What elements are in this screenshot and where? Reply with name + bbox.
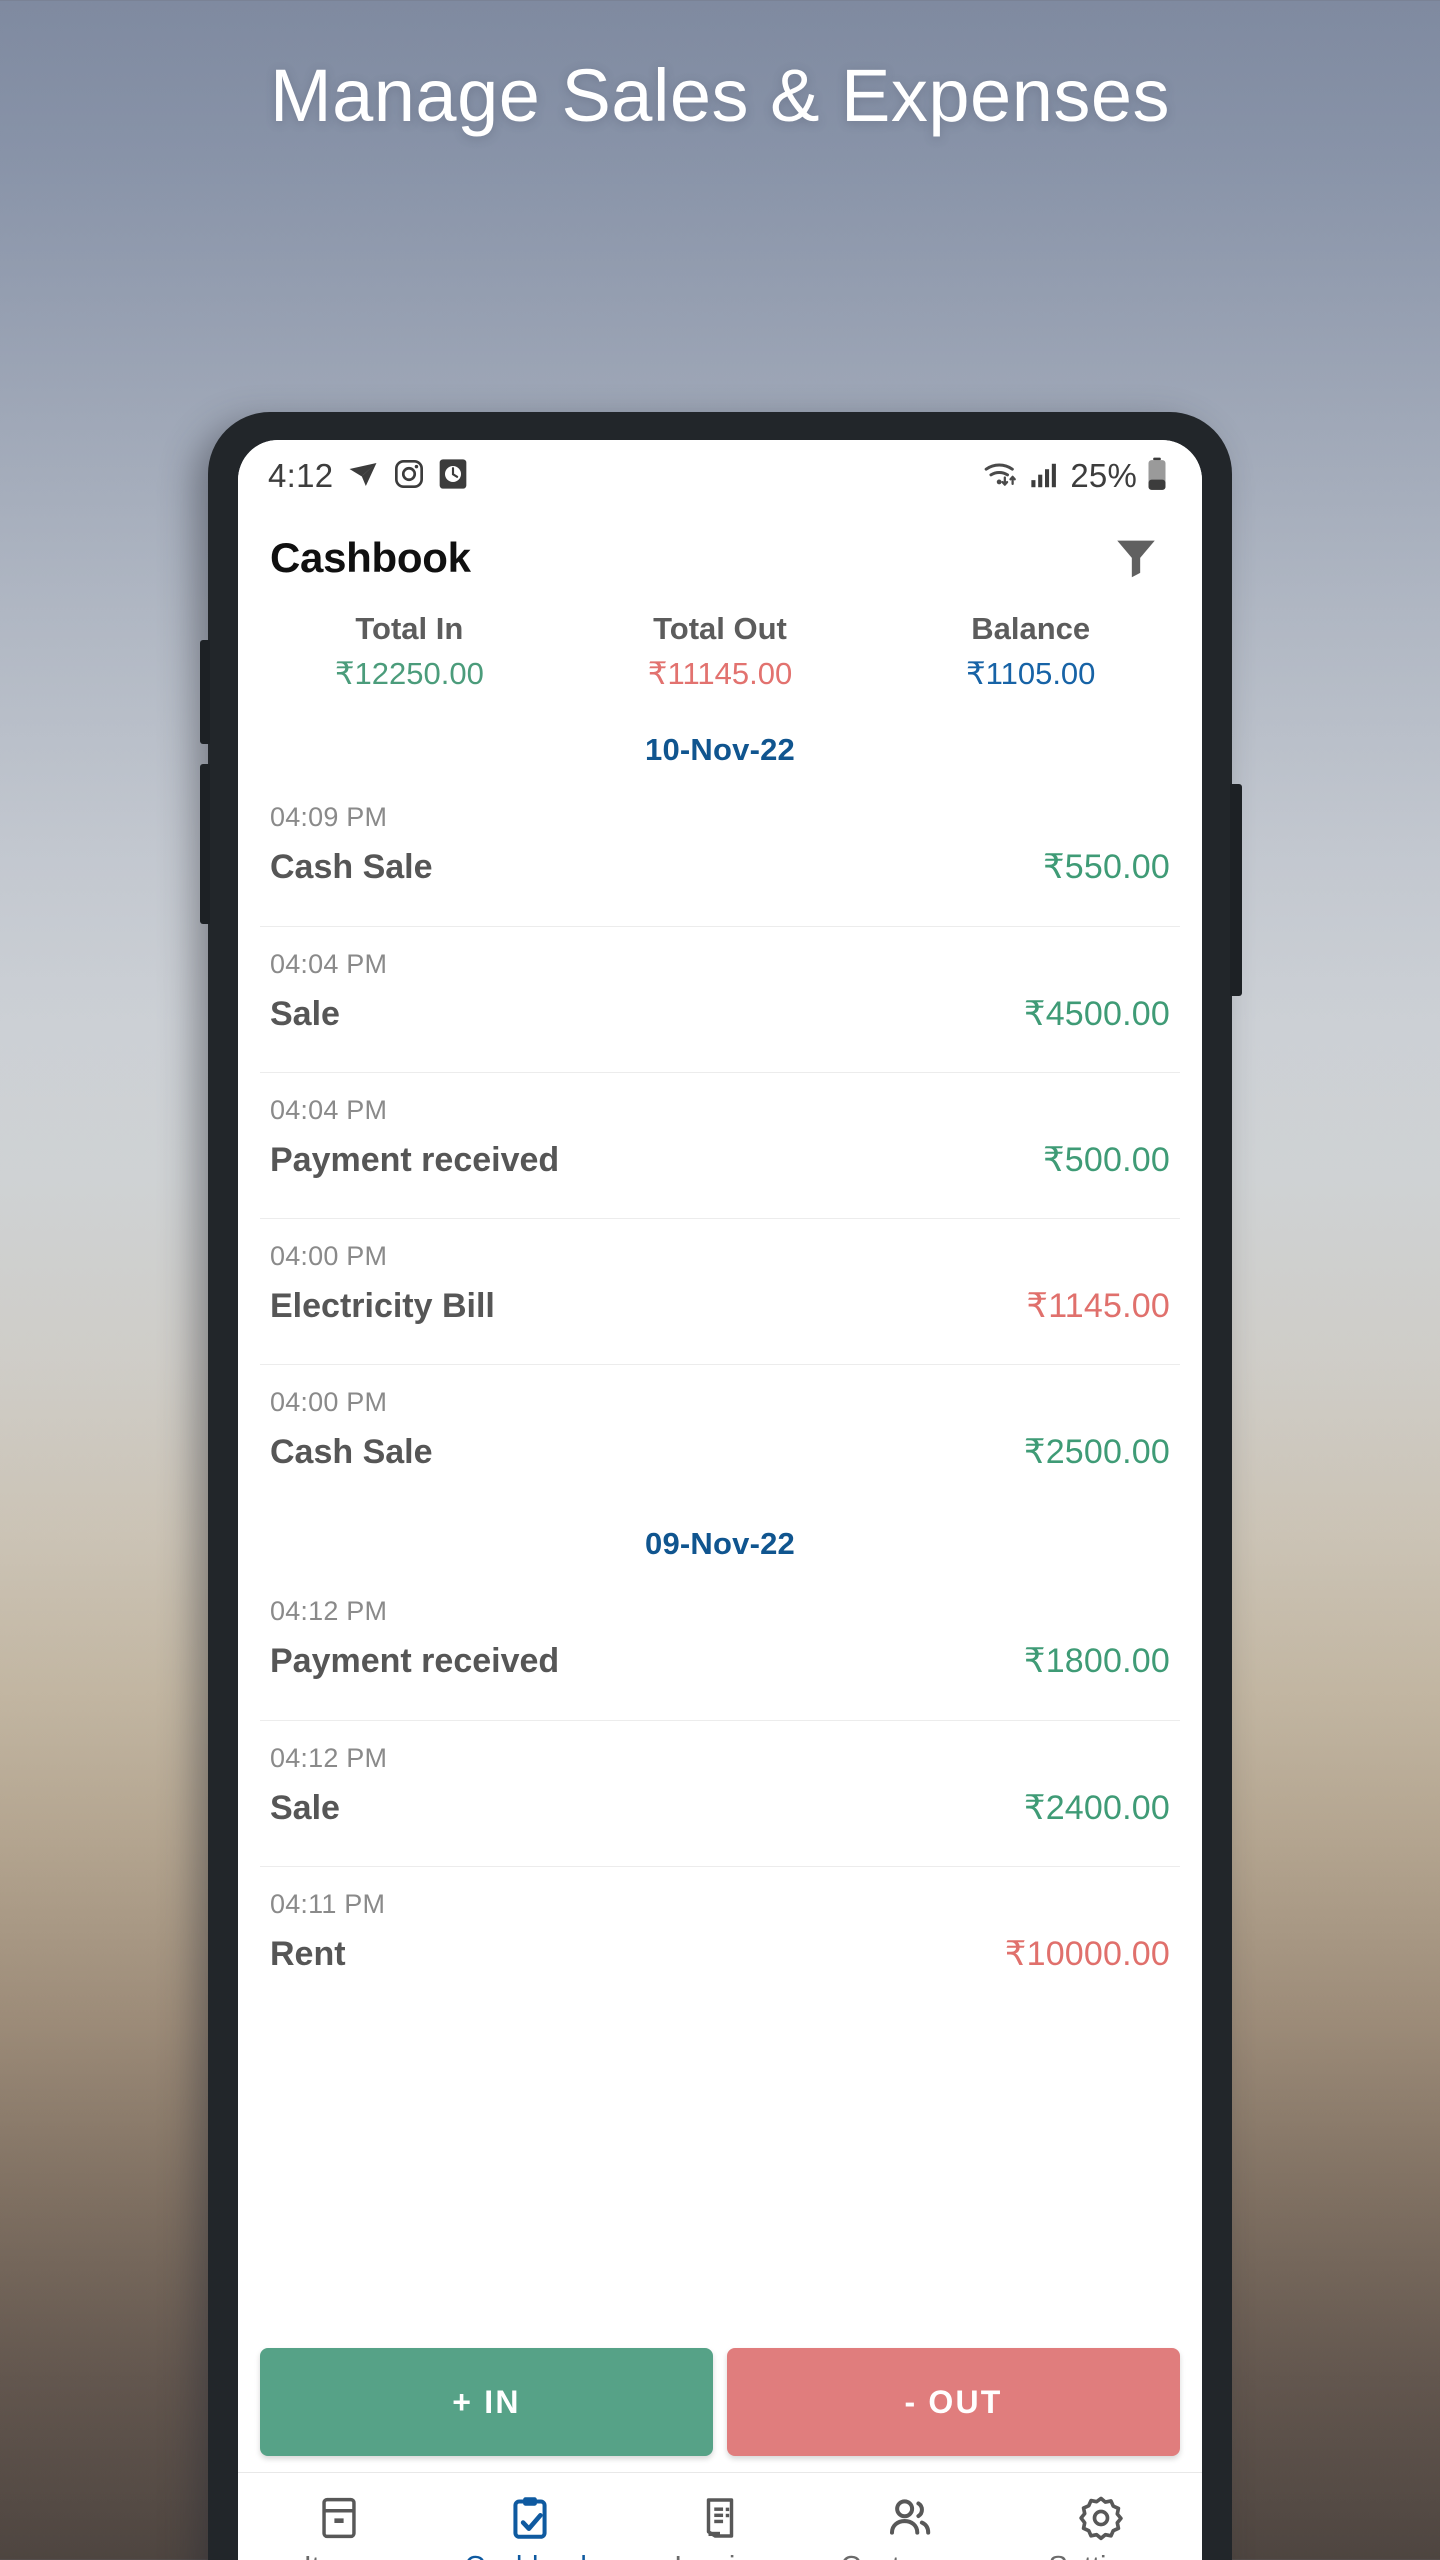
transaction-time: 04:04 PM bbox=[270, 1095, 388, 1125]
transaction-time: 04:12 PM bbox=[270, 1596, 388, 1626]
transaction-main: Sale ₹2400.00 bbox=[270, 1788, 1170, 1828]
app-bar: Cashbook bbox=[238, 512, 1202, 604]
summary-balance: Balance ₹1105.00 bbox=[875, 610, 1186, 694]
transaction-row[interactable]: 04:04 PM Sale ₹4500.00 bbox=[260, 926, 1180, 1072]
volume-down-button[interactable] bbox=[200, 764, 210, 924]
summary-total-in: Total In ₹12250.00 bbox=[254, 610, 565, 694]
nav-item-items[interactable]: Items bbox=[244, 2493, 434, 2560]
transaction-row[interactable]: 04:09 PM Cash Sale ₹550.00 bbox=[260, 780, 1180, 926]
volume-up-button[interactable] bbox=[200, 640, 210, 744]
nav-item-settings[interactable]: Settings bbox=[1006, 2493, 1196, 2560]
action-buttons: + IN - OUT bbox=[238, 2336, 1202, 2472]
transaction-time: 04:04 PM bbox=[270, 949, 388, 979]
total-out-label: Total Out bbox=[653, 611, 787, 646]
instagram-icon bbox=[393, 458, 425, 495]
nav-label-customers: Customers bbox=[840, 2551, 980, 2560]
transaction-title: Payment received bbox=[270, 1141, 560, 1179]
phone-screen: 4:12 25% Cashbook Total In ₹12250.00 Tot… bbox=[238, 440, 1202, 2560]
transaction-main: Cash Sale ₹550.00 bbox=[270, 847, 1170, 887]
transaction-date-header: 09-Nov-22 bbox=[645, 1526, 795, 1561]
clock-app-icon bbox=[438, 458, 468, 495]
add-cash-out-button[interactable]: - OUT bbox=[727, 2348, 1180, 2456]
transaction-time: 04:00 PM bbox=[270, 1387, 388, 1417]
transaction-title: Electricity Bill bbox=[270, 1287, 495, 1325]
total-out-value: ₹11145.00 bbox=[647, 655, 793, 691]
transaction-row[interactable]: 04:04 PM Payment received ₹500.00 bbox=[260, 1072, 1180, 1218]
transaction-row[interactable]: 04:00 PM Electricity Bill ₹1145.00 bbox=[260, 1218, 1180, 1364]
transaction-amount: ₹2400.00 bbox=[1023, 1789, 1170, 1827]
transaction-title: Rent bbox=[270, 1935, 346, 1973]
transaction-row[interactable]: 04:00 PM Cash Sale ₹2500.00 bbox=[260, 1364, 1180, 1510]
status-bar: 4:12 25% bbox=[238, 440, 1202, 512]
receipt-invoice-icon bbox=[698, 2493, 742, 2543]
transaction-amount: ₹500.00 bbox=[1042, 1141, 1170, 1179]
transaction-title: Payment received bbox=[270, 1642, 560, 1680]
transaction-main: Sale ₹4500.00 bbox=[270, 994, 1170, 1034]
transaction-row[interactable]: 04:12 PM Sale ₹2400.00 bbox=[260, 1720, 1180, 1866]
battery-percent-label: 25% bbox=[1070, 457, 1137, 494]
filter-button[interactable] bbox=[1106, 528, 1166, 588]
summary-row: Total In ₹12250.00 Total Out ₹11145.00 B… bbox=[238, 604, 1202, 716]
status-bar-left: 4:12 bbox=[268, 457, 468, 496]
nav-label-items: Items bbox=[304, 2551, 375, 2560]
transaction-main: Electricity Bill ₹1145.00 bbox=[270, 1286, 1170, 1326]
page-title: Cashbook bbox=[270, 534, 471, 581]
summary-total-out: Total Out ₹11145.00 bbox=[565, 610, 876, 694]
transaction-amount: ₹2500.00 bbox=[1023, 1433, 1170, 1471]
add-cash-in-button[interactable]: + IN bbox=[260, 2348, 713, 2456]
transaction-row[interactable]: 04:12 PM Payment received ₹1800.00 bbox=[260, 1574, 1180, 1720]
transaction-time: 04:12 PM bbox=[270, 1743, 388, 1773]
nav-item-cashbook[interactable]: Cashbook bbox=[434, 2493, 624, 2560]
transaction-title: Cash Sale bbox=[270, 1433, 433, 1471]
transaction-time: 04:11 PM bbox=[270, 1889, 386, 1919]
cellular-signal-icon bbox=[1029, 459, 1061, 494]
clipboard-check-icon bbox=[508, 2493, 552, 2543]
power-button[interactable] bbox=[1230, 784, 1242, 996]
gear-settings-icon bbox=[1078, 2493, 1124, 2543]
phone-device-frame: 4:12 25% Cashbook Total In ₹12250.00 Tot… bbox=[200, 412, 1242, 2560]
transaction-main: Rent ₹10000.00 bbox=[270, 1934, 1170, 1974]
bottom-navigation: Items Cashbook bbox=[238, 2472, 1202, 2560]
transaction-time: 04:00 PM bbox=[270, 1241, 388, 1271]
transaction-main: Payment received ₹1800.00 bbox=[270, 1641, 1170, 1681]
transaction-main: Cash Sale ₹2500.00 bbox=[270, 1432, 1170, 1472]
transaction-amount: ₹4500.00 bbox=[1023, 995, 1170, 1033]
transaction-main: Payment received ₹500.00 bbox=[270, 1140, 1170, 1180]
total-in-label: Total In bbox=[355, 611, 464, 646]
nav-label-cashbook: Cashbook bbox=[464, 2551, 595, 2560]
nav-item-customers[interactable]: Customers bbox=[815, 2493, 1005, 2560]
nav-label-settings: Settings bbox=[1048, 2551, 1153, 2560]
transaction-title: Sale bbox=[270, 995, 340, 1033]
balance-label: Balance bbox=[971, 611, 1091, 646]
promo-heading: Manage Sales & Expenses bbox=[269, 53, 1171, 137]
box-items-icon bbox=[317, 2493, 361, 2543]
transaction-date-header: 10-Nov-22 bbox=[645, 732, 795, 767]
transaction-title: Cash Sale bbox=[270, 848, 433, 886]
transaction-title: Sale bbox=[270, 1789, 340, 1827]
wifi-icon bbox=[982, 457, 1020, 496]
nav-label-invoice: Invoice bbox=[674, 2551, 766, 2560]
status-bar-right: 25% bbox=[982, 457, 1168, 496]
balance-value: ₹1105.00 bbox=[965, 655, 1096, 691]
transaction-list[interactable]: 10-Nov-22 04:09 PM Cash Sale ₹550.00 04:04 P… bbox=[238, 716, 1202, 2336]
people-customers-icon bbox=[887, 2493, 933, 2543]
total-in-value: ₹12250.00 bbox=[334, 655, 484, 691]
transaction-amount: ₹1145.00 bbox=[1026, 1287, 1170, 1325]
filter-funnel-icon bbox=[1111, 531, 1161, 586]
nav-item-invoice[interactable]: Invoice bbox=[625, 2493, 815, 2560]
transaction-amount: ₹1800.00 bbox=[1023, 1642, 1170, 1680]
transaction-amount: ₹10000.00 bbox=[1004, 1935, 1170, 1973]
transaction-amount: ₹550.00 bbox=[1042, 848, 1170, 886]
status-time: 4:12 bbox=[268, 457, 334, 494]
transaction-time: 04:09 PM bbox=[270, 802, 388, 832]
battery-icon bbox=[1146, 457, 1168, 496]
telegram-icon bbox=[346, 457, 380, 496]
transaction-row[interactable]: 04:11 PM Rent ₹10000.00 bbox=[260, 1866, 1180, 2012]
